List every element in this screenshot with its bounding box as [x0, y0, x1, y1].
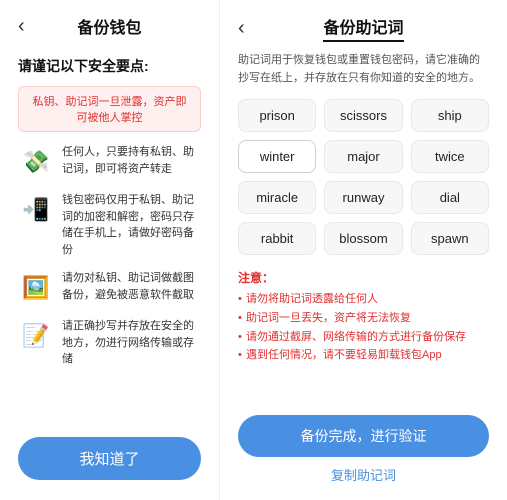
security-item-4: 📝 请正确抄写并存放在安全的地方，勿进行网络传输或存储	[18, 318, 201, 368]
security-text-2: 钱包密码仅用于私钥、助记词的加密和解密，密码只存储在手机上，请做好密码备份	[62, 192, 201, 258]
note-item-3: 请勿通过截屏、网络传输的方式进行备份保存	[238, 328, 489, 347]
right-header: ‹ 备份助记词	[238, 0, 489, 52]
word-cell-12: spawn	[411, 222, 489, 255]
word-cell-3: ship	[411, 99, 489, 132]
word-cell-9: dial	[411, 181, 489, 214]
security-text-1: 任何人，只要持有私钥、助记词，即可将资产转走	[62, 144, 201, 177]
word-cell-5: major	[324, 140, 402, 173]
right-panel: ‹ 备份助记词 助记词用于恢复钱包或重置钱包密码，请它准确的抄写在纸上，并存放在…	[220, 0, 507, 500]
security-item-2: 📲 钱包密码仅用于私钥、助记词的加密和解密，密码只存储在手机上，请做好密码备份	[18, 192, 201, 258]
note-item-1: 请勿将助记词透露给任何人	[238, 290, 489, 309]
word-cell-11: blossom	[324, 222, 402, 255]
note-item-2: 助记词一旦丢失，资产将无法恢复	[238, 309, 489, 328]
screenshot-icon: 🖼️	[18, 270, 54, 306]
note-item-4: 遇到任何情况，请不要轻易卸载钱包App	[238, 346, 489, 365]
password-icon: 📲	[18, 192, 54, 228]
mnemonic-word-grid: prison scissors ship winter major twice …	[238, 99, 489, 255]
left-header: ‹ 备份钱包	[18, 0, 201, 48]
right-title: 备份助记词	[323, 14, 403, 42]
warning-banner: 私钥、助记词一旦泄露，资产即可被他人掌控	[18, 86, 201, 132]
security-items-list: 💸 任何人，只要持有私钥、助记词，即可将资产转走 📲 钱包密码仅用于私钥、助记词…	[18, 144, 201, 427]
acknowledge-button[interactable]: 我知道了	[18, 437, 201, 480]
left-subtitle: 请谨记以下安全要点:	[18, 56, 201, 76]
notes-section: 注意： 请勿将助记词透露给任何人 助记词一旦丢失，资产将无法恢复 请勿通过截屏、…	[238, 269, 489, 365]
word-cell-4: winter	[238, 140, 316, 173]
right-description: 助记词用于恢复钱包或重置钱包密码，请它准确的抄写在纸上，并存放在只有你知道的安全…	[238, 52, 489, 87]
copy-mnemonic-link[interactable]: 复制助记词	[331, 465, 396, 484]
left-back-icon[interactable]: ‹	[18, 15, 25, 38]
security-item-1: 💸 任何人，只要持有私钥、助记词，即可将资产转走	[18, 144, 201, 180]
right-title-container: 备份助记词	[323, 14, 403, 42]
left-panel: ‹ 备份钱包 请谨记以下安全要点: 私钥、助记词一旦泄露，资产即可被他人掌控 💸…	[0, 0, 220, 500]
security-item-3: 🖼️ 请勿对私钥、助记词做截图备份，避免被恶意软件截取	[18, 270, 201, 306]
verify-button[interactable]: 备份完成，进行验证	[238, 415, 489, 457]
left-title: 备份钱包	[77, 14, 141, 38]
right-back-icon[interactable]: ‹	[238, 17, 245, 40]
word-cell-6: twice	[411, 140, 489, 173]
right-bottom-actions: 备份完成，进行验证 复制助记词	[238, 415, 489, 484]
word-cell-1: prison	[238, 99, 316, 132]
word-cell-2: scissors	[324, 99, 402, 132]
word-cell-7: miracle	[238, 181, 316, 214]
notes-title: 注意：	[238, 269, 489, 286]
word-cell-8: runway	[324, 181, 402, 214]
word-cell-10: rabbit	[238, 222, 316, 255]
security-text-3: 请勿对私钥、助记词做截图备份，避免被恶意软件截取	[62, 270, 201, 303]
write-icon: 📝	[18, 318, 54, 354]
transfer-icon: 💸	[18, 144, 54, 180]
security-text-4: 请正确抄写并存放在安全的地方，勿进行网络传输或存储	[62, 318, 201, 368]
